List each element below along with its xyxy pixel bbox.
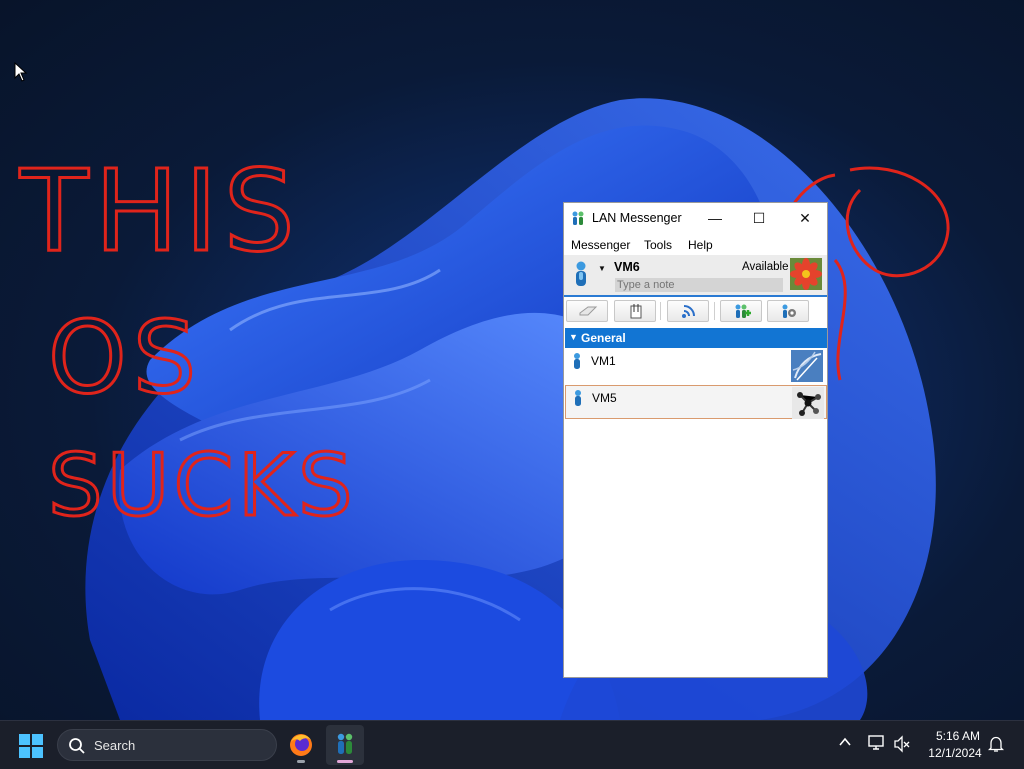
user-presence-icon [576,261,586,286]
add-contact-icon [735,304,751,318]
contact-presence-icon [575,390,581,406]
mouse-cursor [14,62,28,82]
broadcast-button[interactable] [667,300,709,322]
contact-name: VM5 [592,391,617,405]
menu-tools[interactable]: Tools [644,238,672,252]
user-name: VM6 [614,260,640,274]
menu-messenger[interactable]: Messenger [571,238,630,252]
broadcast-icon [682,305,695,318]
scribble-os: OS [48,299,202,416]
settings-icon [782,304,796,318]
show-hidden-icons-chevron-up-icon[interactable] [838,735,852,749]
lan-messenger-taskbar-icon [337,733,353,754]
contact-item-vm1[interactable]: VM1 [565,349,827,383]
group-header-general[interactable]: ▼ General [565,328,827,348]
user-avatar-flower[interactable] [790,258,822,290]
minimize-button[interactable]: — [692,203,738,233]
lan-messenger-app-icon [572,211,584,225]
clock-date[interactable]: 12/1/2024 [918,746,992,760]
status-dropdown-icon[interactable]: ▼ [598,264,606,273]
contact-presence-icon [574,353,580,369]
window-title: LAN Messenger [592,211,682,225]
note-input[interactable] [615,278,783,292]
satellite-dish-avatar [791,350,823,382]
search-icon [69,738,85,754]
chat-icon [579,306,598,316]
chat-button[interactable] [566,300,608,322]
add-contact-button[interactable] [720,300,762,322]
taskbar-firefox[interactable] [284,725,318,765]
file-transfer-button[interactable] [614,300,656,322]
search-label: Search [94,738,136,753]
taskbar: Search 5:16 AM 12/1/2024 [0,720,1024,769]
collapse-arrow-icon[interactable]: ▼ [569,332,578,342]
title-bar[interactable]: LAN Messenger — ☐ ✕ [564,203,827,233]
contact-item-vm5[interactable]: VM5 [565,385,827,419]
lan-messenger-active-indicator [337,760,353,763]
start-windows-icon[interactable] [18,733,44,759]
taskbar-lan-messenger[interactable] [326,725,364,765]
notification-bell-icon[interactable] [988,735,1004,753]
firefox-icon [290,734,312,756]
toolbar-separator [714,302,715,320]
red-scribble: THIS OS SUCKS [18,146,950,538]
user-status-panel: ▼ VM6 Available [564,255,827,297]
group-name: General [581,331,626,345]
molecule-avatar [792,387,824,419]
scribble-this: THIS [19,147,301,277]
taskbar-search-box[interactable]: Search [57,729,277,761]
contact-name: VM1 [591,354,616,368]
lan-messenger-window[interactable]: LAN Messenger — ☐ ✕ Messenger Tools Help… [563,202,828,678]
toolbar-separator [660,302,661,320]
menu-help[interactable]: Help [688,238,713,252]
file-transfer-icon [630,304,642,319]
toolbar [564,297,827,327]
scribble-sucks: SUCKS [48,436,357,536]
desktop: THIS OS SUCKS [0,0,1024,720]
settings-button[interactable] [767,300,809,322]
close-button[interactable]: ✕ [782,203,827,233]
network-icon[interactable] [867,734,887,752]
status-label[interactable]: Available [742,261,788,273]
menu-bar: Messenger Tools Help [564,233,827,255]
firefox-running-indicator [297,760,305,763]
maximize-button[interactable]: ☐ [736,203,782,233]
volume-muted-icon[interactable] [893,735,911,753]
clock-time[interactable]: 5:16 AM [924,729,992,743]
